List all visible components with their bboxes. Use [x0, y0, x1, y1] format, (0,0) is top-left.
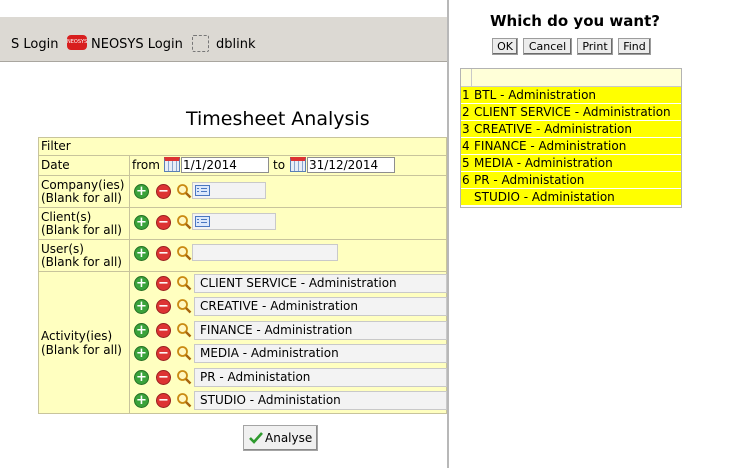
ok-button[interactable]: OK — [492, 38, 518, 55]
search-icon[interactable] — [176, 183, 192, 199]
remove-activity-button[interactable]: − — [156, 393, 171, 408]
add-activity-button[interactable]: + — [134, 299, 149, 314]
date-from-input[interactable]: 1/1/2014 — [181, 157, 269, 173]
activity-input[interactable]: FINANCE - Administration — [194, 321, 447, 340]
analyse-button[interactable]: Analyse — [243, 425, 318, 451]
remove-activity-button[interactable]: − — [156, 346, 171, 361]
add-activity-button[interactable]: + — [134, 323, 149, 338]
add-client-button[interactable]: + — [134, 215, 149, 230]
cancel-button[interactable]: Cancel — [523, 38, 572, 55]
find-button[interactable]: Find — [618, 38, 651, 55]
list-item[interactable]: 2 CLIENT SERVICE - Administration — [461, 104, 681, 121]
activity-input[interactable]: STUDIO - Administation — [194, 391, 447, 410]
list-icon[interactable] — [195, 216, 210, 227]
bookmark-s-login[interactable]: S Login — [11, 37, 58, 52]
bookmark-neosys-login[interactable]: NEOSYS Login — [91, 37, 183, 52]
date-to-input[interactable]: 31/12/2014 — [307, 157, 395, 173]
search-icon[interactable] — [176, 245, 192, 261]
date-from-label: from — [132, 158, 160, 172]
print-button[interactable]: Print — [577, 38, 613, 55]
choices-list: 1 BTL - Administration 2 CLIENT SERVICE … — [460, 68, 682, 208]
activity-input[interactable]: CREATIVE - Administration — [194, 297, 447, 316]
calendar-icon[interactable] — [164, 157, 180, 172]
add-activity-button[interactable]: + — [134, 346, 149, 361]
checkmark-icon — [249, 432, 263, 444]
date-label: Date — [41, 158, 70, 172]
dialog-question: Which do you want? — [490, 12, 660, 30]
list-item[interactable]: STUDIO - Administation — [461, 189, 681, 206]
list-item[interactable]: 5 MEDIA - Administration — [461, 155, 681, 172]
search-icon[interactable] — [176, 275, 192, 291]
list-item[interactable]: 3 CREATIVE - Administration — [461, 121, 681, 138]
analyse-label: Analyse — [265, 431, 313, 445]
client-hint: (Blank for all) — [41, 223, 122, 237]
add-activity-button[interactable]: + — [134, 276, 149, 291]
list-item[interactable]: 4 FINANCE - Administration — [461, 138, 681, 155]
list-item[interactable]: 1 BTL - Administration — [461, 87, 681, 104]
activity-input[interactable]: MEDIA - Administration — [194, 344, 447, 363]
client-input[interactable] — [192, 213, 276, 230]
remove-activity-button[interactable]: − — [156, 370, 171, 385]
add-company-button[interactable]: + — [134, 184, 149, 199]
search-icon[interactable] — [176, 214, 192, 230]
remove-activity-button[interactable]: − — [156, 323, 171, 338]
remove-client-button[interactable]: − — [156, 215, 171, 230]
search-icon[interactable] — [176, 369, 192, 385]
activity-label: Activity(ies) — [41, 329, 113, 343]
activity-hint: (Blank for all) — [41, 343, 122, 357]
search-icon[interactable] — [176, 298, 192, 314]
calendar-icon[interactable] — [290, 157, 306, 172]
search-icon[interactable] — [176, 345, 192, 361]
list-item[interactable]: 6 PR - Administation — [461, 172, 681, 189]
remove-company-button[interactable]: − — [156, 184, 171, 199]
selection-dialog: Which do you want? OK Cancel Print Find … — [449, 0, 745, 468]
choices-header — [461, 69, 681, 87]
blank-page-icon — [192, 35, 209, 52]
browser-page: S Login NEOSYS NEOSYS Login dblink Times… — [0, 0, 447, 468]
bookmark-dblink[interactable]: dblink — [216, 37, 256, 52]
user-input[interactable] — [192, 244, 338, 261]
page-title: Timesheet Analysis — [186, 108, 370, 130]
remove-user-button[interactable]: − — [156, 246, 171, 261]
company-hint: (Blank for all) — [41, 191, 122, 205]
date-to-label: to — [273, 158, 286, 172]
add-activity-button[interactable]: + — [134, 370, 149, 385]
activity-input[interactable]: CLIENT SERVICE - Administration — [194, 274, 447, 293]
filter-header: Filter — [39, 138, 447, 156]
search-icon[interactable] — [176, 322, 192, 338]
activity-input[interactable]: PR - Administation — [194, 368, 447, 387]
company-input[interactable] — [192, 182, 266, 199]
neosys-logo-icon: NEOSYS — [67, 35, 87, 50]
bookmarks-bar: S Login NEOSYS NEOSYS Login dblink — [0, 17, 447, 62]
add-activity-button[interactable]: + — [134, 393, 149, 408]
user-hint: (Blank for all) — [41, 255, 122, 269]
add-user-button[interactable]: + — [134, 246, 149, 261]
remove-activity-button[interactable]: − — [156, 276, 171, 291]
list-icon[interactable] — [195, 185, 210, 196]
search-icon[interactable] — [176, 392, 192, 408]
remove-activity-button[interactable]: − — [156, 299, 171, 314]
